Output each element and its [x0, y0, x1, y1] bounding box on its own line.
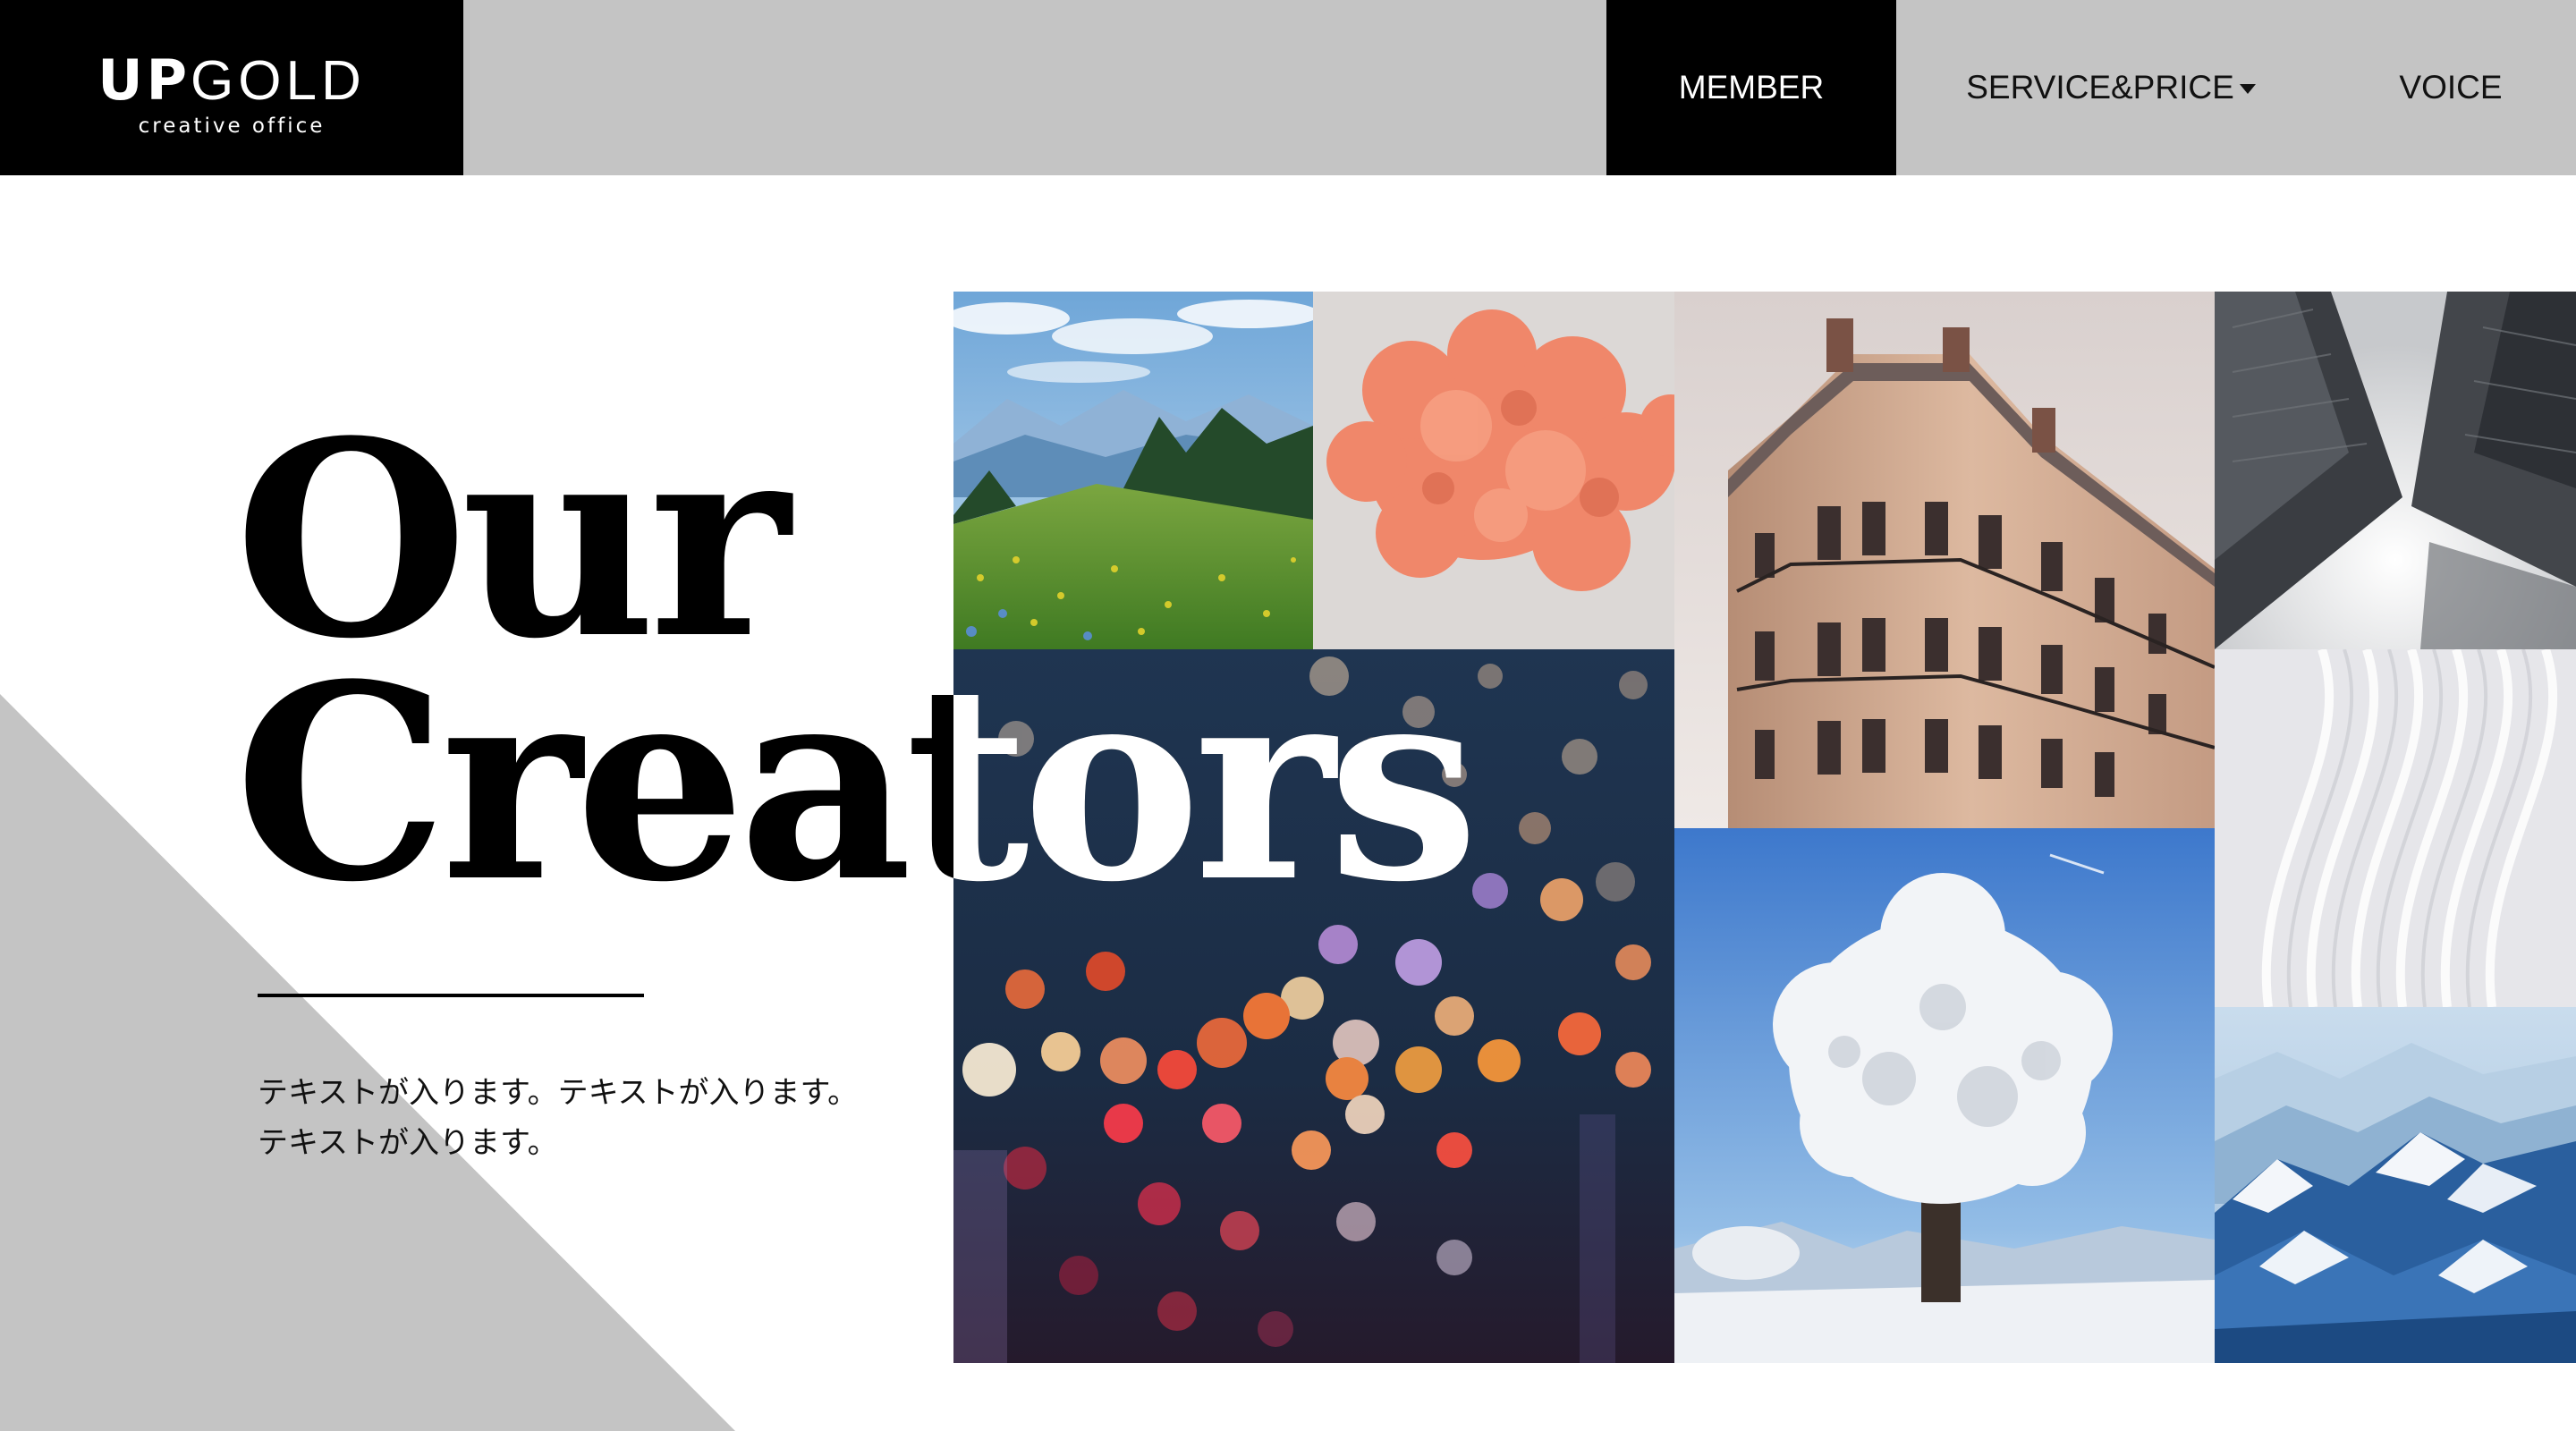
nav-voice[interactable]: VOICE [2343, 0, 2558, 175]
photo-white-waves [2215, 649, 2576, 1007]
logo[interactable]: UPGOLD creative office [0, 0, 463, 175]
hero-title: Our Creators Our Creators [234, 406, 1479, 918]
logo-tagline: creative office [138, 114, 326, 138]
logo-wordmark: UPGOLD [97, 47, 366, 113]
photo-snowy-mountains [2215, 1007, 2576, 1363]
hero-description: テキストが入ります。テキストが入ります。 テキストが入ります。 [258, 1068, 937, 1168]
hero-divider [258, 994, 644, 997]
nav-member[interactable]: MEMBER [1606, 0, 1896, 175]
nav-service-price-label: SERVICE&PRICE [1966, 69, 2234, 106]
nav-member-label: MEMBER [1678, 69, 1825, 106]
nav-service-price[interactable]: SERVICE&PRICE [1932, 0, 2290, 175]
caret-down-icon [2239, 83, 2256, 94]
photo-paris-building [1674, 292, 2215, 828]
hero-description-line-1: テキストが入ります。テキストが入ります。 [258, 1076, 859, 1110]
photo-frosted-tree [1674, 828, 2215, 1363]
nav-voice-label: VOICE [2399, 69, 2503, 106]
site-header: UPGOLD creative office MEMBER SERVICE&PR… [0, 0, 2576, 175]
photo-skyscrapers [2215, 292, 2576, 649]
hero-description-line-2: テキストが入ります。 [258, 1126, 558, 1160]
